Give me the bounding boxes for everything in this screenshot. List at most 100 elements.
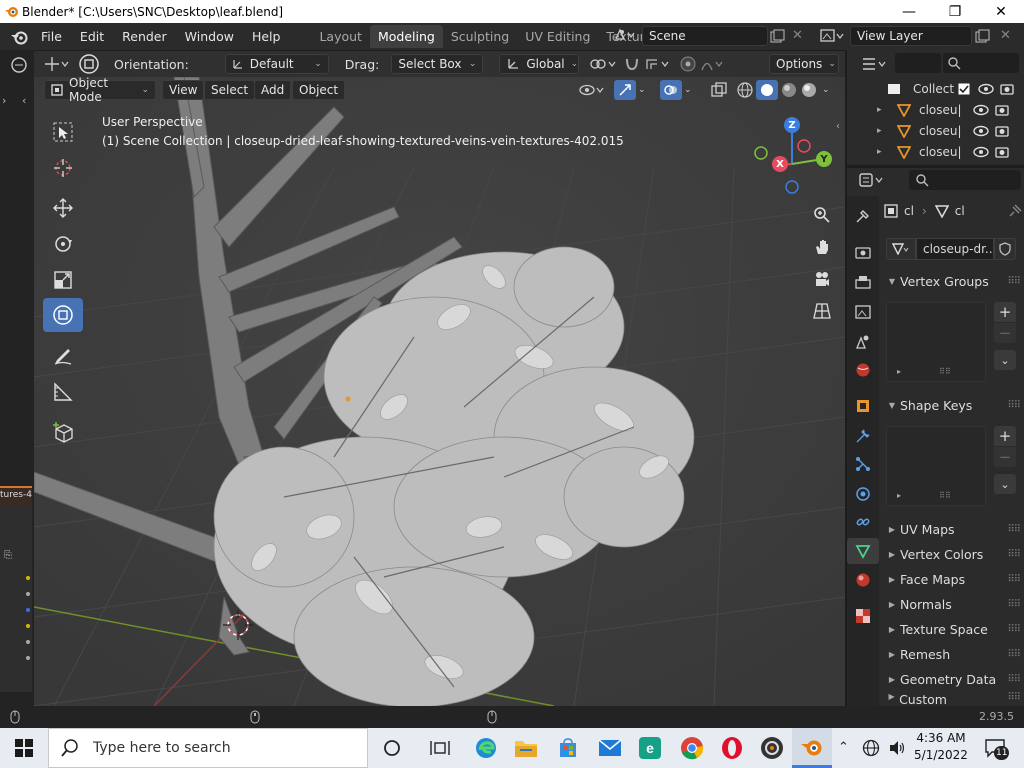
remove-shape-key-button[interactable]: − xyxy=(994,447,1016,467)
navigation-gizmo[interactable]: Z Y X xyxy=(750,117,840,201)
minimize-button[interactable]: — xyxy=(886,0,932,23)
proportional-edit-icon[interactable] xyxy=(679,55,697,73)
properties-display-icon[interactable] xyxy=(859,172,887,188)
scene-name-field[interactable]: Scene xyxy=(642,26,768,46)
visibility-icon[interactable] xyxy=(578,81,608,99)
physics-tab-icon[interactable] xyxy=(855,486,871,502)
fake-user-button[interactable] xyxy=(994,238,1016,260)
gizmo-dropdown-icon[interactable]: ⌄ xyxy=(638,85,646,95)
expand-icon[interactable]: ▸ xyxy=(877,147,891,157)
texture-space-section[interactable]: ▶ Texture Space ⠿⠿ xyxy=(884,617,1021,641)
render-camera-icon[interactable] xyxy=(1000,83,1014,95)
scene-tab-icon[interactable] xyxy=(855,334,871,350)
transform-orientation-dropdown[interactable]: Global ⌄ xyxy=(499,54,580,74)
shape-key-specials-button[interactable]: ⌄ xyxy=(994,474,1016,494)
modifier-tab-icon[interactable] xyxy=(855,428,871,444)
visibility-eye-icon[interactable] xyxy=(978,83,994,95)
volume-icon[interactable] xyxy=(888,739,906,757)
rotate-tool[interactable] xyxy=(43,227,83,261)
shading-dropdown-icon[interactable]: ⌄ xyxy=(822,85,830,95)
add-shape-key-button[interactable]: + xyxy=(994,426,1016,446)
menu-select[interactable]: Select xyxy=(204,80,256,100)
camera-view-button[interactable] xyxy=(808,265,836,293)
tab-layout[interactable]: Layout xyxy=(311,25,370,48)
vertex-groups-list[interactable]: ▸ ⠿⠿ xyxy=(886,302,986,382)
overlay-dropdown-icon[interactable]: ⌄ xyxy=(684,85,692,95)
media-app-icon[interactable] xyxy=(752,728,792,768)
render-tab-icon[interactable] xyxy=(855,244,871,260)
wireframe-shading-icon[interactable] xyxy=(736,81,754,99)
visibility-eye-icon[interactable] xyxy=(973,104,989,116)
network-icon[interactable] xyxy=(862,739,880,757)
blender-logo-icon[interactable] xyxy=(10,29,28,45)
remove-view-layer-icon[interactable]: ✕ xyxy=(1000,28,1011,43)
menu-add[interactable]: Add xyxy=(254,80,292,100)
menu-edit[interactable]: Edit xyxy=(71,29,113,44)
pivot-point-icon[interactable] xyxy=(589,56,619,72)
visibility-eye-icon[interactable] xyxy=(973,146,989,158)
pan-button[interactable] xyxy=(808,233,836,261)
maximize-button[interactable]: ❐ xyxy=(932,0,978,23)
task-view-button[interactable] xyxy=(420,728,460,768)
outliner-display-icon[interactable] xyxy=(861,56,889,72)
gizmo-toggle-icon[interactable] xyxy=(614,80,636,100)
partial-copy-icon[interactable]: ⎘ xyxy=(4,550,12,561)
visibility-eye-icon[interactable] xyxy=(973,125,989,137)
3d-viewport[interactable]: Object Mode ⌄ View Select Add Object ⌄ ⌄ … xyxy=(34,77,845,706)
zoom-button[interactable] xyxy=(808,201,836,229)
vertex-group-specials-button[interactable]: ⌄ xyxy=(994,350,1016,370)
options-dropdown[interactable]: Options ⌄ xyxy=(769,54,839,74)
face-maps-section[interactable]: ▶ Face Maps ⠿⠿ xyxy=(884,567,1021,591)
sidebar-toggle-icon[interactable]: ‹ xyxy=(836,121,840,132)
outliner-filter-field[interactable] xyxy=(895,53,941,73)
select-box-tool[interactable] xyxy=(43,115,83,149)
remove-scene-icon[interactable]: ✕ xyxy=(792,28,803,43)
xray-toggle-icon[interactable] xyxy=(710,81,728,99)
menu-help[interactable]: Help xyxy=(243,29,290,44)
properties-search-input[interactable] xyxy=(909,170,1021,190)
menu-view[interactable]: View xyxy=(162,80,205,100)
clock[interactable]: 4:36 AM 5/1/2022 xyxy=(912,730,970,764)
mesh-browse-button[interactable] xyxy=(886,238,916,260)
overlay-toggle-icon[interactable] xyxy=(660,80,682,100)
pin-icon[interactable] xyxy=(1008,204,1022,218)
snap-target-icon[interactable] xyxy=(645,56,673,72)
geometry-data-section[interactable]: ▶ Geometry Data ⠿⠿ xyxy=(884,667,1021,691)
menu-object[interactable]: Object xyxy=(292,80,346,100)
collapse-arrow-icon[interactable]: ‹ xyxy=(22,94,26,107)
material-shading-icon[interactable] xyxy=(780,81,798,99)
expand-icon[interactable]: ▸ xyxy=(877,126,891,136)
particles-tab-icon[interactable] xyxy=(855,456,871,472)
vertex-groups-section[interactable]: ▼ Vertex Groups ⠿⠿ xyxy=(884,269,1021,293)
tray-chevron-icon[interactable]: ⌃ xyxy=(838,740,849,755)
remove-vertex-group-button[interactable]: − xyxy=(994,323,1016,343)
menu-window[interactable]: Window xyxy=(176,29,243,44)
data-tab[interactable] xyxy=(847,538,879,564)
uv-maps-section[interactable]: ▶ UV Maps ⠿⠿ xyxy=(884,517,1021,541)
expand-arrow-icon[interactable]: › xyxy=(2,94,6,107)
edu-app-icon[interactable]: e xyxy=(630,728,670,768)
solid-shading-icon[interactable] xyxy=(756,80,778,100)
x-axis-handle[interactable]: X xyxy=(772,156,788,172)
copy-scene-icon[interactable] xyxy=(770,29,786,43)
chrome-app-icon[interactable] xyxy=(672,728,712,768)
outliner-item-row[interactable]: ▸ closeu| xyxy=(877,121,1021,140)
texture-tab-icon[interactable] xyxy=(855,608,871,624)
shape-keys-section[interactable]: ▼ Shape Keys ⠿⠿ xyxy=(884,393,1021,417)
outliner-collection-row[interactable]: Collect xyxy=(887,79,1021,98)
object-tab-icon[interactable] xyxy=(855,398,871,414)
add-cube-tool[interactable] xyxy=(43,415,83,449)
add-vertex-group-button[interactable]: + xyxy=(994,302,1016,322)
mode-dropdown[interactable]: Object Mode ⌄ xyxy=(44,77,156,104)
outliner-item-row[interactable]: ▸ closeu| xyxy=(877,142,1021,161)
perspective-toggle-button[interactable] xyxy=(808,297,836,325)
rendered-shading-icon[interactable] xyxy=(800,81,818,99)
cursor-tool[interactable] xyxy=(43,151,83,185)
transform-tool[interactable] xyxy=(43,298,83,332)
annotate-tool[interactable] xyxy=(43,339,83,373)
editor-type-icon[interactable] xyxy=(10,56,28,74)
start-button[interactable] xyxy=(4,728,44,768)
custom-properties-section[interactable]: ▶Custom Properties⠿⠿ xyxy=(884,692,1020,706)
outliner-item-row[interactable]: ▸ closeu| xyxy=(877,100,1021,119)
blender-taskbar-icon[interactable] xyxy=(792,728,832,768)
